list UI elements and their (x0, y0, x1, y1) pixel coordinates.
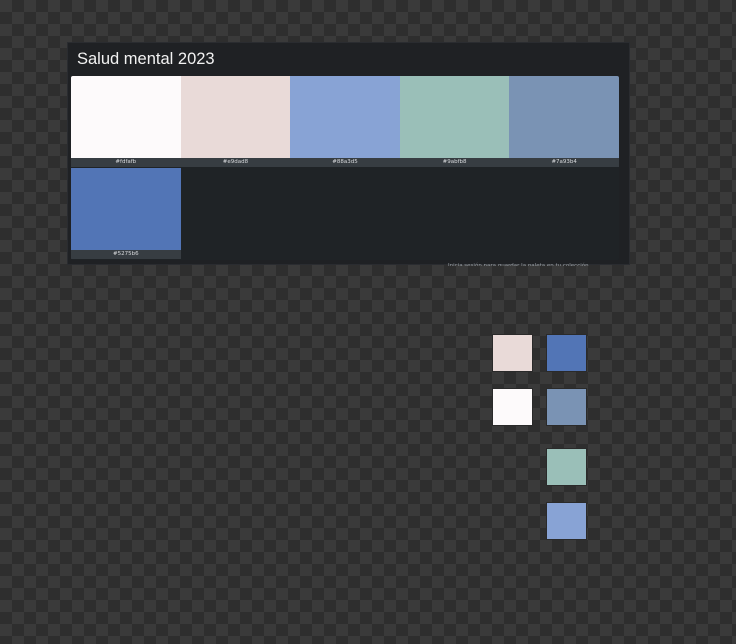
swatch[interactable]: #e9dad8 (180, 76, 291, 167)
swatch[interactable]: #88a3d5 (290, 76, 400, 167)
swatch[interactable]: #5275b6 (71, 168, 181, 259)
palette-card: Salud mental 2023 #fdfafb #e9dad8 #88a3d… (67, 42, 630, 265)
swatch-hex-label[interactable]: #e9dad8 (180, 158, 291, 167)
swatch-hex-label[interactable]: #9abfb8 (399, 158, 510, 167)
swatch-hex-label[interactable]: #5275b6 (71, 250, 181, 259)
color-chip[interactable] (546, 388, 587, 426)
swatch-color[interactable] (71, 76, 181, 158)
color-chip[interactable] (492, 334, 533, 372)
swatch-color[interactable] (290, 76, 400, 158)
swatch-color[interactable] (399, 76, 510, 158)
swatch-color[interactable] (509, 76, 619, 158)
color-chip[interactable] (492, 388, 533, 426)
swatch-hex-label[interactable]: #fdfafb (71, 158, 181, 167)
swatch-grid: #fdfafb #e9dad8 #88a3d5 #9abfb8 #7a93b4 … (71, 76, 619, 260)
swatch[interactable]: #fdfafb (71, 76, 181, 167)
swatch[interactable]: #7a93b4 (509, 76, 619, 167)
swatch-hex-label[interactable]: #7a93b4 (509, 158, 619, 167)
color-chip[interactable] (546, 502, 587, 540)
color-chip[interactable] (546, 334, 587, 372)
swatch[interactable]: #9abfb8 (399, 76, 510, 167)
palette-title: Salud mental 2023 (77, 50, 215, 68)
swatch-color[interactable] (71, 168, 181, 250)
login-hint-text: Inicia sesión para guardar la paleta en … (448, 263, 589, 266)
swatch-color[interactable] (180, 76, 291, 158)
swatch-hex-label[interactable]: #88a3d5 (290, 158, 400, 167)
color-chip[interactable] (546, 448, 587, 486)
